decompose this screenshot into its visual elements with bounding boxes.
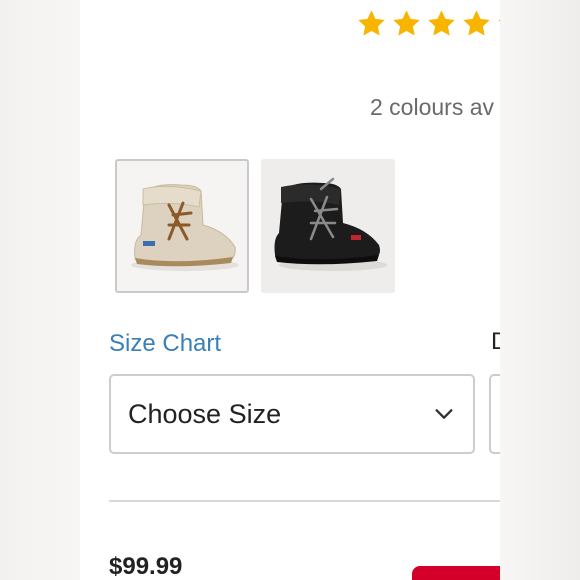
background-left — [0, 0, 80, 580]
divider — [109, 500, 500, 502]
size-select-value: Choose Size — [128, 398, 282, 429]
rating-stars — [356, 8, 500, 39]
black-moccasin-boot-image — [274, 177, 387, 271]
colour-swatch-black[interactable] — [261, 159, 395, 293]
second-select-label: D — [491, 328, 500, 355]
size-select[interactable]: Choose Size — [109, 374, 475, 454]
product-page: 2 colours av Size Chart D Choose Size $9… — [80, 0, 500, 580]
star-icon — [358, 10, 385, 36]
star-icon — [393, 10, 420, 36]
star-icon — [498, 19, 500, 22]
size-chart-link[interactable]: Size Chart — [109, 330, 221, 358]
background-right — [500, 0, 580, 580]
star-icon — [463, 10, 490, 36]
tan-moccasin-boot-image — [131, 184, 239, 271]
colour-swatch-tan[interactable] — [115, 159, 249, 293]
add-to-cart-button[interactable] — [412, 566, 500, 580]
chevron-down-icon — [435, 409, 453, 419]
second-select[interactable] — [489, 374, 500, 454]
colour-count: 2 colours av — [370, 94, 495, 120]
price: $99.99 — [109, 553, 183, 580]
star-icon — [428, 10, 455, 36]
